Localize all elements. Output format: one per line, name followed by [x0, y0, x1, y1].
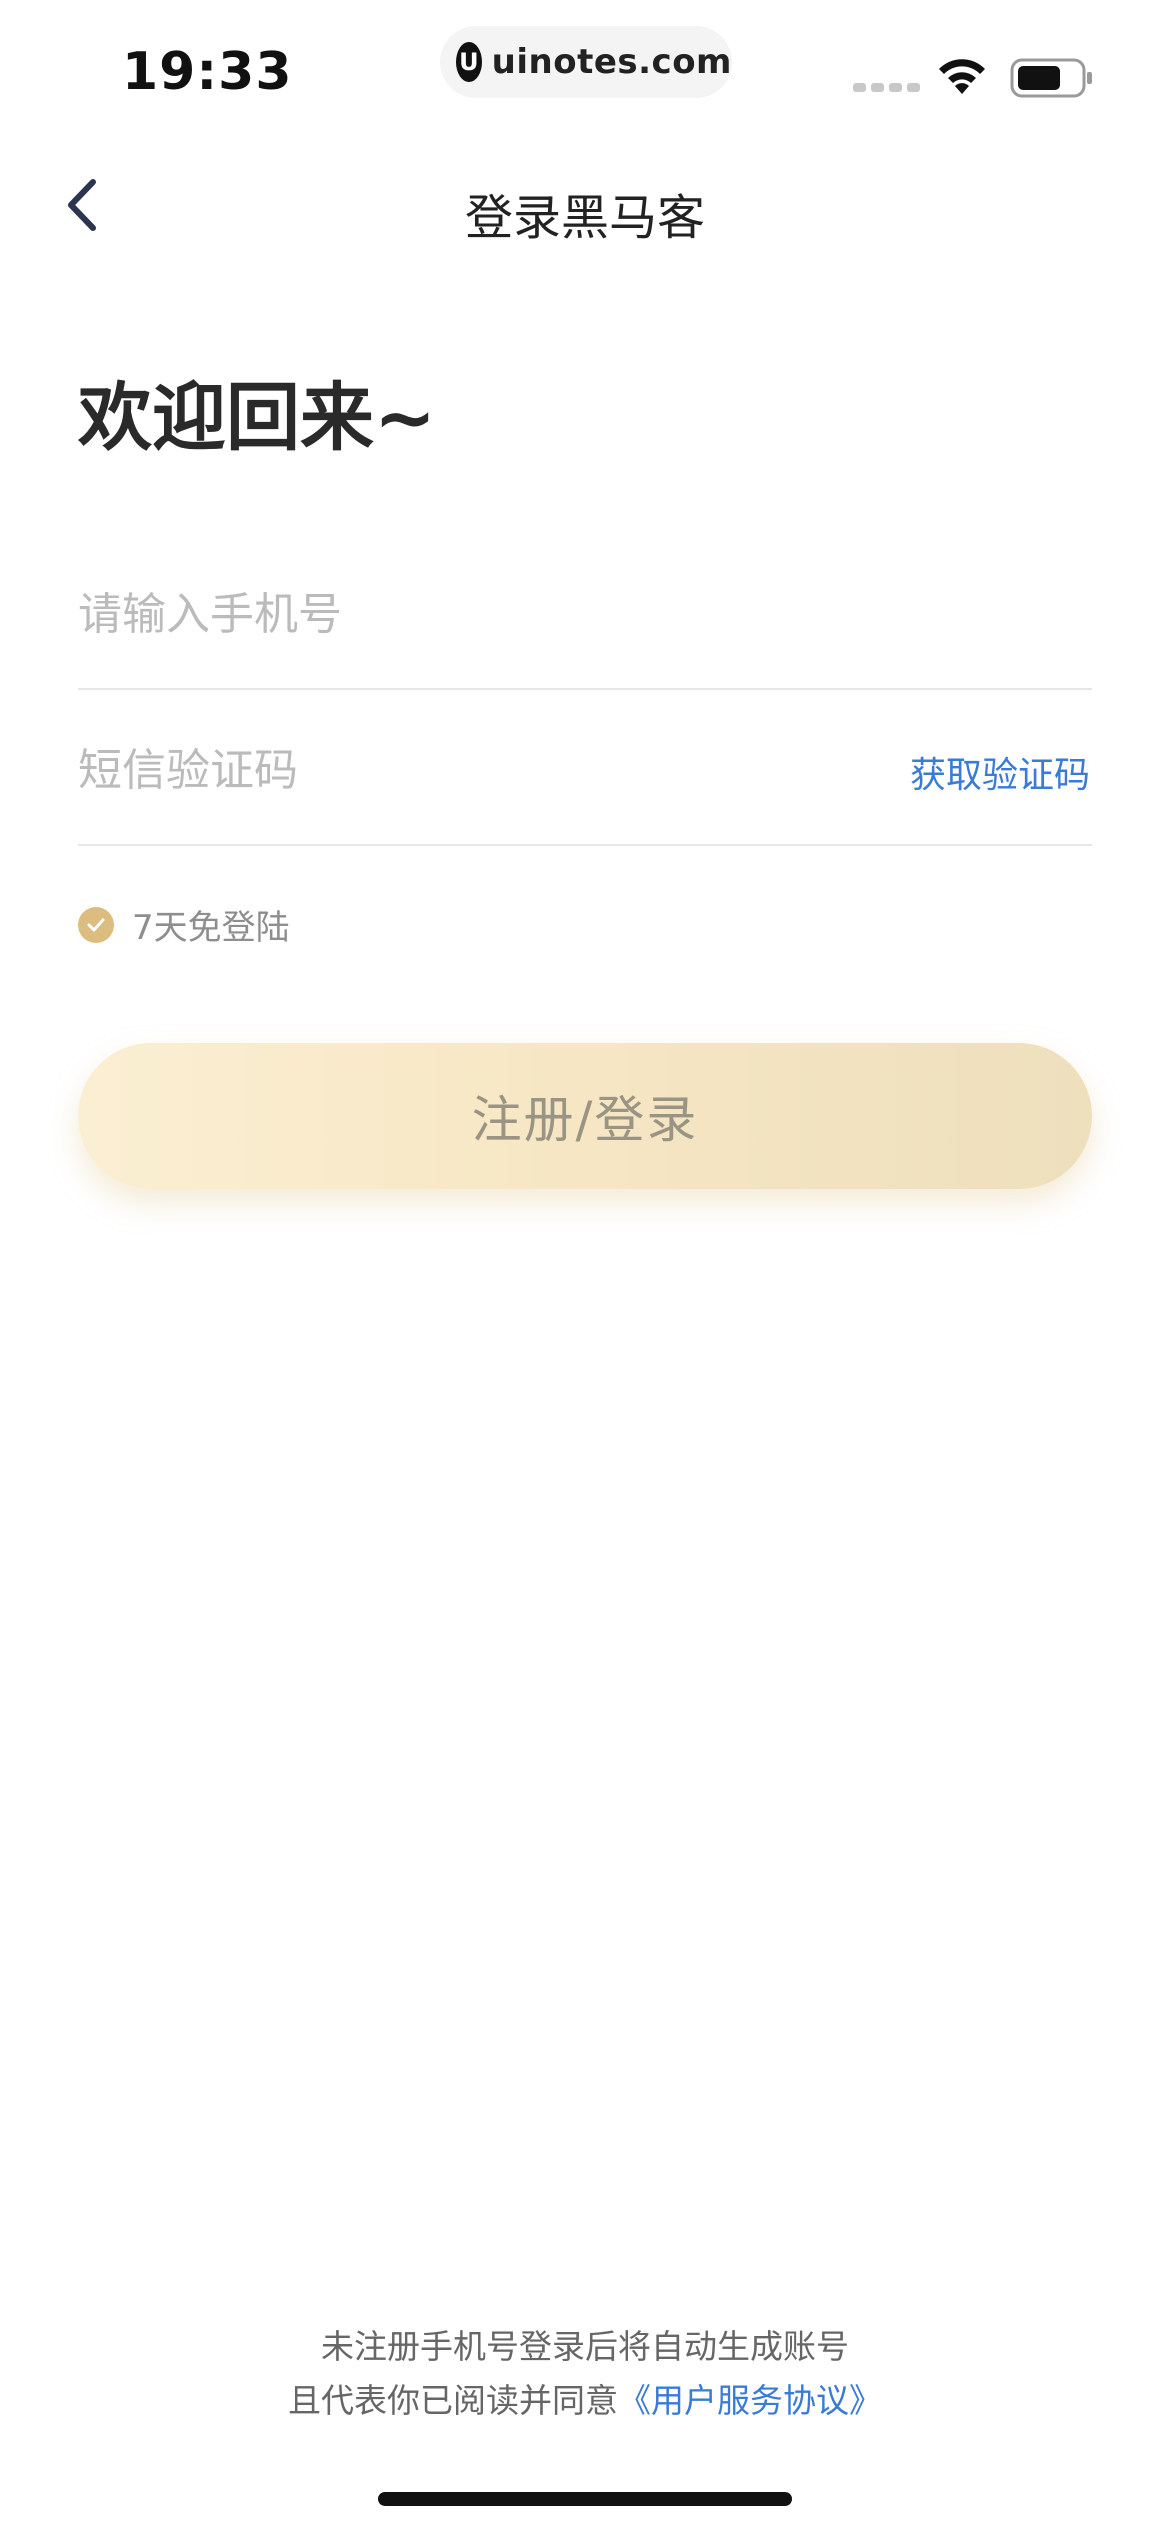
site-logo-icon: U: [456, 42, 482, 82]
user-agreement-link[interactable]: 《用户服务协议》: [618, 2381, 882, 2420]
register-login-button[interactable]: 注册/登录: [78, 1043, 1092, 1189]
footer-line-1: 未注册手机号登录后将自动生成账号: [321, 2327, 849, 2366]
get-code-button[interactable]: 获取验证码: [910, 746, 1090, 798]
remember-login-checkbox[interactable]: 7天免登陆: [78, 900, 290, 949]
sms-code-input[interactable]: [78, 738, 778, 802]
sms-code-field: 获取验证码: [78, 690, 1092, 846]
welcome-heading: 欢迎回来~: [78, 375, 437, 461]
phone-field: [78, 534, 1092, 690]
home-indicator[interactable]: [378, 2492, 792, 2506]
signal-dots-icon: [853, 83, 920, 92]
register-login-label: 注册/登录: [471, 1091, 699, 1149]
remember-login-label: 7天免登陆: [132, 908, 290, 948]
status-bar: 19:33 U uinotes.com: [0, 0, 1170, 150]
nav-bar: 登录黑马客: [0, 160, 1170, 250]
checkmark-icon: [87, 918, 105, 931]
footer-line-2-text: 且代表你已阅读并同意: [288, 2381, 618, 2420]
login-screen: 19:33 U uinotes.com 登录黑马客 欢迎回来~ 请输入手机号 短…: [0, 0, 1170, 2532]
url-text: uinotes.com: [491, 42, 732, 82]
phone-input[interactable]: [78, 582, 778, 646]
battery-icon: [1010, 58, 1092, 98]
wifi-icon: [939, 59, 985, 94]
status-time: 19:33: [122, 42, 293, 102]
page-title: 登录黑马客: [464, 190, 705, 246]
url-pill[interactable]: U uinotes.com: [440, 26, 732, 98]
check-icon: [78, 906, 114, 943]
footer-notice: 未注册手机号登录后将自动生成账号 且代表你已阅读并同意《用户服务协议》: [0, 2320, 1170, 2428]
footer-line-2: 且代表你已阅读并同意《用户服务协议》: [0, 2374, 1170, 2428]
